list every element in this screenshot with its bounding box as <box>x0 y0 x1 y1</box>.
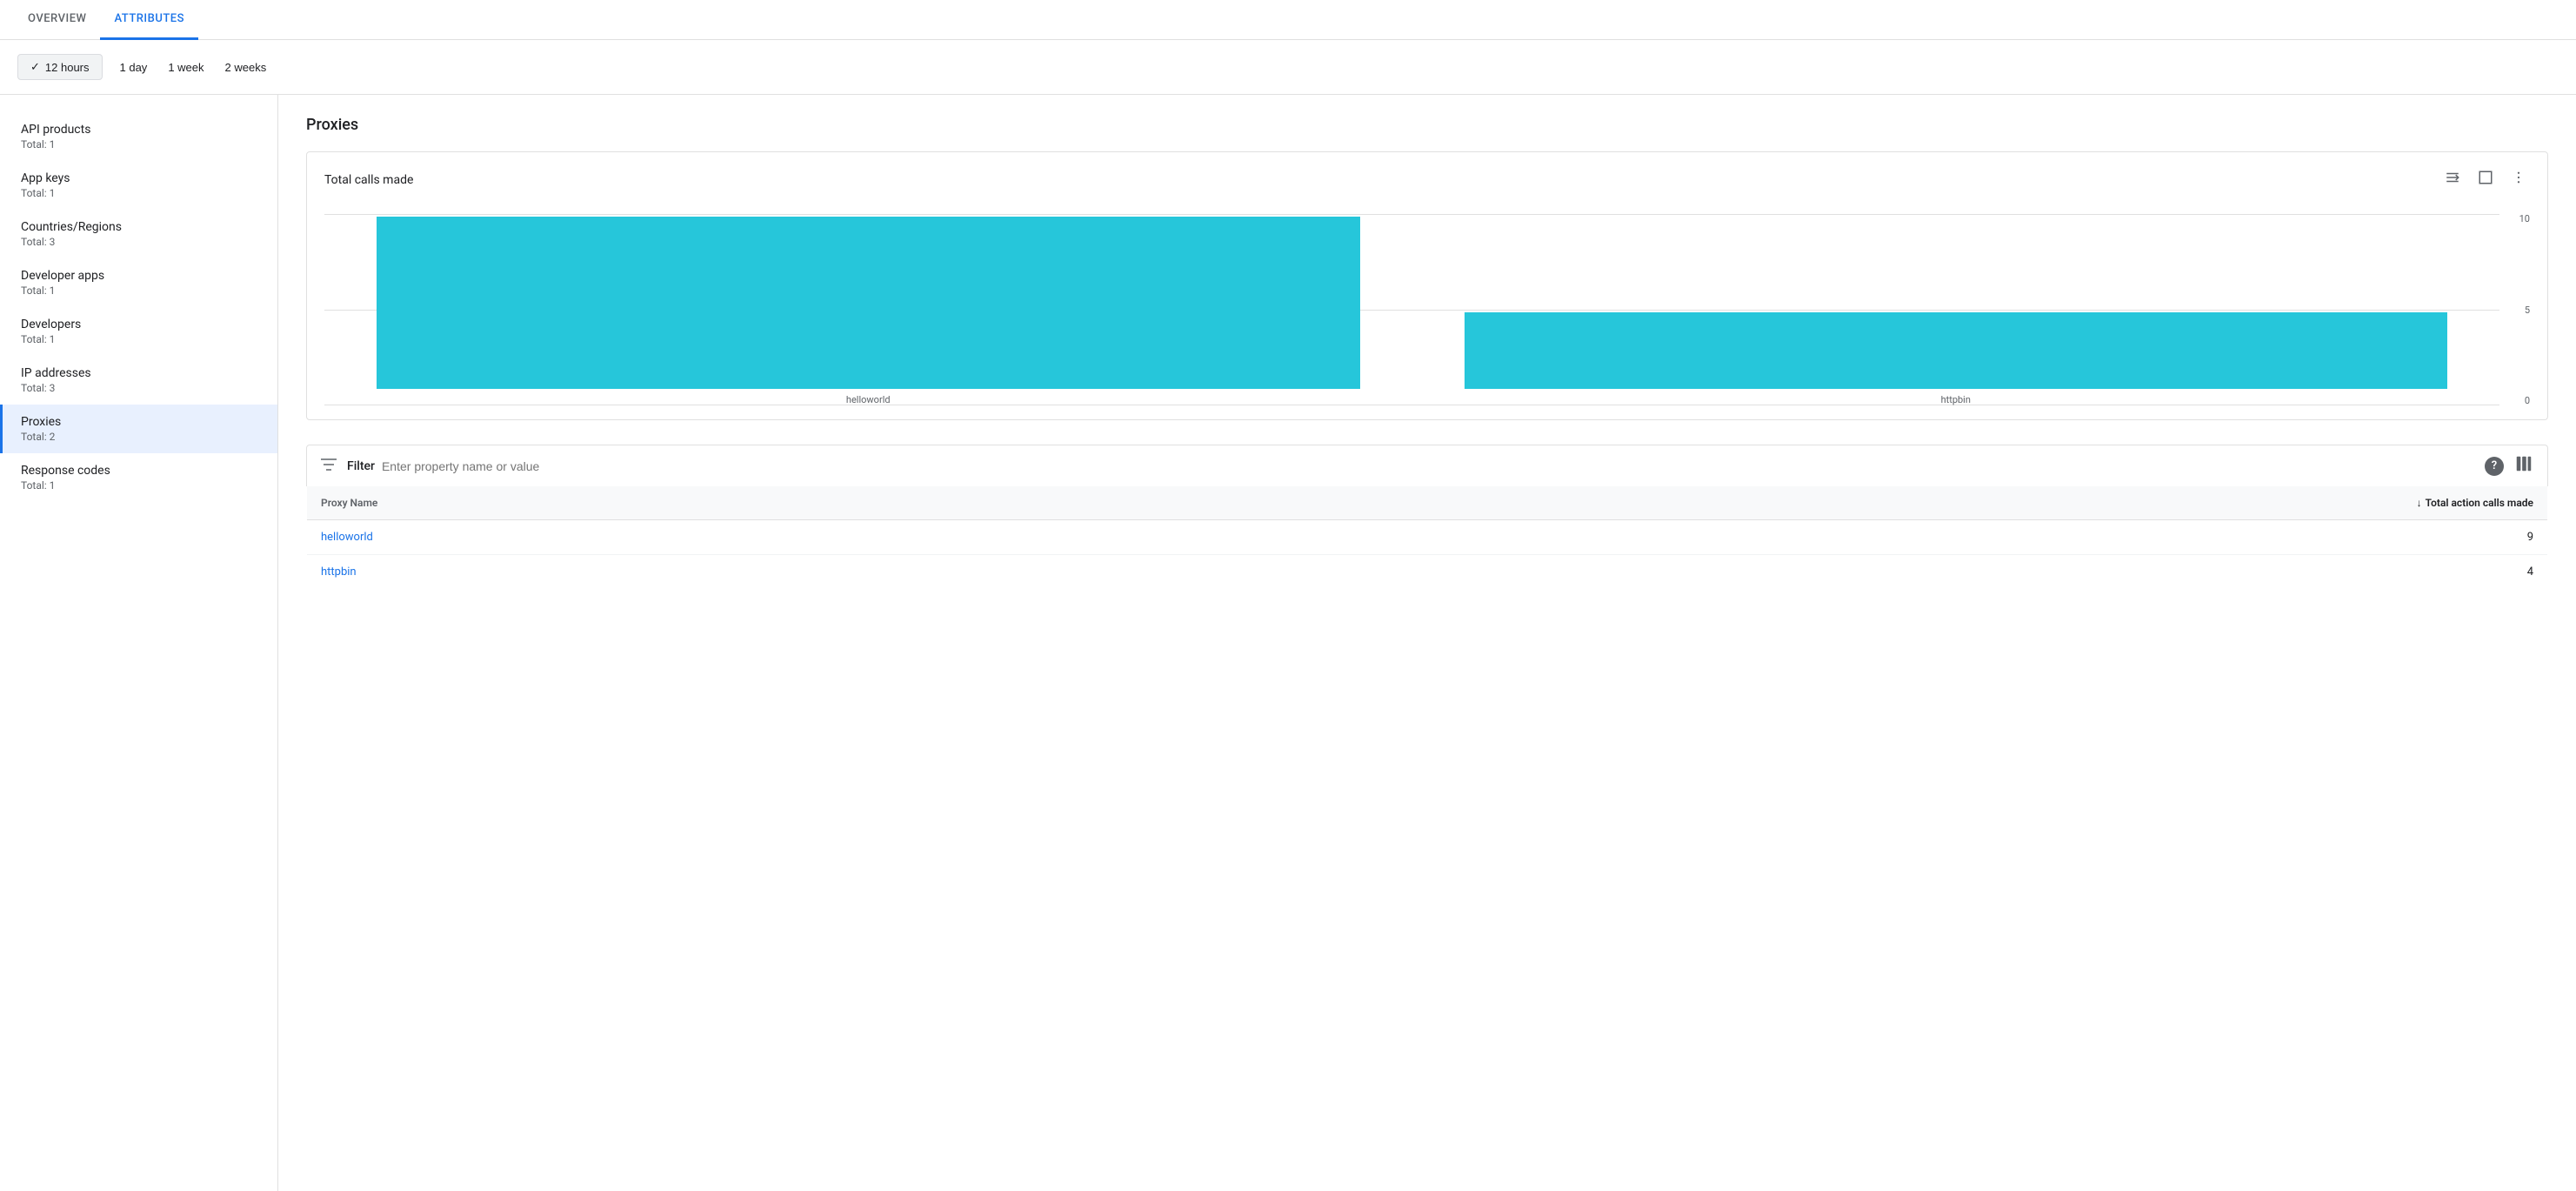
table-cell-name: helloworld <box>307 520 1136 555</box>
tab-overview[interactable]: OVERVIEW <box>14 0 100 40</box>
time-filter-bar: ✓ 12 hours 1 day 1 week 2 weeks <box>0 40 2576 95</box>
filter-1day[interactable]: 1 day <box>117 56 151 79</box>
sidebar-item-developer-apps[interactable]: Developer apps Total: 1 <box>0 258 277 307</box>
y-axis: 10 5 0 <box>2504 214 2530 405</box>
proxy-link-helloworld[interactable]: helloworld <box>321 531 373 544</box>
sidebar-item-proxies[interactable]: Proxies Total: 2 <box>0 405 277 453</box>
chart-body: helloworld httpbin 10 5 0 <box>307 207 2547 419</box>
top-tabs: OVERVIEW ATTRIBUTES <box>0 0 2576 40</box>
help-icon[interactable]: ? <box>2485 457 2504 476</box>
data-table: Proxy Name ↓Total action calls made hell… <box>306 486 2548 590</box>
chart-area: helloworld httpbin 10 5 0 <box>324 214 2530 405</box>
filter-label: Filter <box>347 459 375 473</box>
table-row: httpbin 4 <box>307 555 2548 590</box>
table-row: helloworld 9 <box>307 520 2548 555</box>
chart-icons <box>2441 166 2530 193</box>
chart-card: Total calls made <box>306 151 2548 420</box>
tab-attributes[interactable]: ATTRIBUTES <box>100 0 197 40</box>
table-cell-total: 4 <box>1135 555 2547 590</box>
table-header-row: Proxy Name ↓Total action calls made <box>307 486 2548 520</box>
filter-icon <box>321 458 337 474</box>
page-title: Proxies <box>306 116 2548 134</box>
filter-right-icons: ? <box>2485 454 2533 478</box>
sidebar-item-developers[interactable]: Developers Total: 1 <box>0 307 277 356</box>
chart-expand-icon[interactable] <box>2474 166 2497 193</box>
main-layout: API products Total: 1 App keys Total: 1 … <box>0 95 2576 1191</box>
chart-header: Total calls made <box>307 152 2547 207</box>
bar-group-helloworld: helloworld <box>324 214 1412 405</box>
filter-2weeks[interactable]: 2 weeks <box>222 56 270 79</box>
table-cell-name: httpbin <box>307 555 1136 590</box>
sidebar-item-ip-addresses[interactable]: IP addresses Total: 3 <box>0 356 277 405</box>
bar-label-httpbin: httpbin <box>1941 394 1971 405</box>
sidebar: API products Total: 1 App keys Total: 1 … <box>0 95 278 1191</box>
proxy-link-httpbin[interactable]: httpbin <box>321 565 357 579</box>
bars-container: helloworld httpbin <box>324 214 2499 405</box>
y-label-5: 5 <box>2525 305 2530 315</box>
bar-group-httpbin: httpbin <box>1412 214 2500 405</box>
filter-input[interactable] <box>382 459 2478 473</box>
content-area: Proxies Total calls made <box>278 95 2576 1191</box>
columns-icon[interactable] <box>2514 454 2533 478</box>
sidebar-item-response-codes[interactable]: Response codes Total: 1 <box>0 453 277 502</box>
table-cell-total: 9 <box>1135 520 2547 555</box>
filter-1week[interactable]: 1 week <box>164 56 207 79</box>
bar-helloworld <box>377 217 1360 389</box>
column-proxy-name: Proxy Name <box>307 486 1136 520</box>
filter-12hours[interactable]: ✓ 12 hours <box>17 54 103 80</box>
chart-download-icon[interactable] <box>2441 166 2464 193</box>
sidebar-item-countries-regions[interactable]: Countries/Regions Total: 3 <box>0 210 277 258</box>
checkmark-icon: ✓ <box>30 60 40 74</box>
sidebar-item-app-keys[interactable]: App keys Total: 1 <box>0 161 277 210</box>
sort-down-icon: ↓ <box>2417 497 2422 509</box>
chart-title: Total calls made <box>324 173 413 187</box>
bar-httpbin <box>1465 312 2448 389</box>
y-label-0: 0 <box>2525 396 2530 405</box>
sidebar-item-api-products[interactable]: API products Total: 1 <box>0 112 277 161</box>
chart-more-icon[interactable] <box>2507 166 2530 193</box>
y-label-10: 10 <box>2519 214 2530 224</box>
column-total-calls[interactable]: ↓Total action calls made <box>1135 486 2547 520</box>
bar-label-helloworld: helloworld <box>846 394 891 405</box>
filter-row: Filter ? <box>306 445 2548 486</box>
